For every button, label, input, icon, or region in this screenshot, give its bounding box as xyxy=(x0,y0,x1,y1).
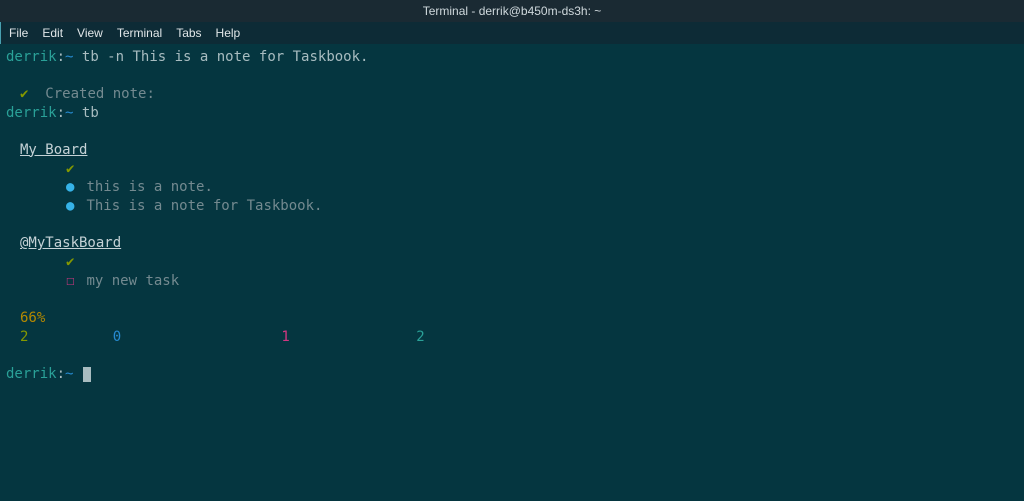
note-text: this is a note. xyxy=(86,178,212,197)
created-note-text: Created note: xyxy=(45,86,155,102)
check-icon: ✔ xyxy=(20,86,28,102)
prompt-sep: : xyxy=(57,105,65,121)
check-icon: ✔ xyxy=(66,254,74,270)
board-header: @MyTaskBoard xyxy=(6,234,1018,253)
prompt-end xyxy=(73,49,81,65)
stat-done: 2 xyxy=(20,329,28,345)
board-title: @MyTaskBoard xyxy=(20,235,121,251)
note-row: ● This is a note for Taskbook. xyxy=(6,197,1018,216)
bullet-icon: ● xyxy=(66,197,74,216)
prompt-line: derrik:~ tb xyxy=(6,104,1018,123)
menu-view[interactable]: View xyxy=(77,26,103,40)
prompt-user: derrik xyxy=(6,366,57,382)
percent-text: 66% xyxy=(20,310,45,326)
prompt-end xyxy=(73,366,81,382)
prompt-user: derrik xyxy=(6,49,57,65)
board-header: My Board xyxy=(6,141,1018,160)
terminal-body[interactable]: derrik:~ tb -n This is a note for Taskbo… xyxy=(0,44,1024,390)
note-text: This is a note for Taskbook. xyxy=(86,197,322,216)
board-check-line: ✔ xyxy=(6,160,1018,179)
command-text: tb xyxy=(82,105,99,121)
task-row: ☐ my new task xyxy=(6,272,1018,291)
prompt-sep: : xyxy=(57,366,65,382)
prompt-end xyxy=(73,105,81,121)
board-check-line: ✔ xyxy=(6,253,1018,272)
task-text: my new task xyxy=(86,272,179,291)
stat-pending: 0 xyxy=(113,329,121,345)
window-titlebar: Terminal - derrik@b450m-ds3h: ~ xyxy=(0,0,1024,22)
prompt-user: derrik xyxy=(6,105,57,121)
bullet-icon: ● xyxy=(66,178,74,197)
command-text: tb -n This is a note for Taskbook. xyxy=(82,49,369,65)
menu-help[interactable]: Help xyxy=(216,26,241,40)
window-title: Terminal - derrik@b450m-ds3h: ~ xyxy=(423,4,602,18)
prompt-sep: : xyxy=(57,49,65,65)
note-row: ● this is a note. xyxy=(6,178,1018,197)
menu-bar: File Edit View Terminal Tabs Help xyxy=(0,22,1024,44)
stats-line: 2 0 1 2 xyxy=(6,328,1018,347)
stat-notes: 2 xyxy=(416,329,424,345)
prompt-line: derrik:~ xyxy=(6,365,1018,384)
progress-line: 66% xyxy=(6,309,1018,328)
board-title: My Board xyxy=(20,142,87,158)
checkbox-icon: ☐ xyxy=(66,272,74,291)
menu-tabs[interactable]: Tabs xyxy=(176,26,201,40)
check-icon: ✔ xyxy=(66,161,74,177)
cursor xyxy=(83,367,91,382)
prompt-line: derrik:~ tb -n This is a note for Taskbo… xyxy=(6,48,1018,67)
stat-in-progress: 1 xyxy=(281,329,289,345)
menu-file[interactable]: File xyxy=(9,26,28,40)
menu-edit[interactable]: Edit xyxy=(42,26,63,40)
output-line: ✔ Created note: xyxy=(6,85,1018,104)
menu-terminal[interactable]: Terminal xyxy=(117,26,162,40)
